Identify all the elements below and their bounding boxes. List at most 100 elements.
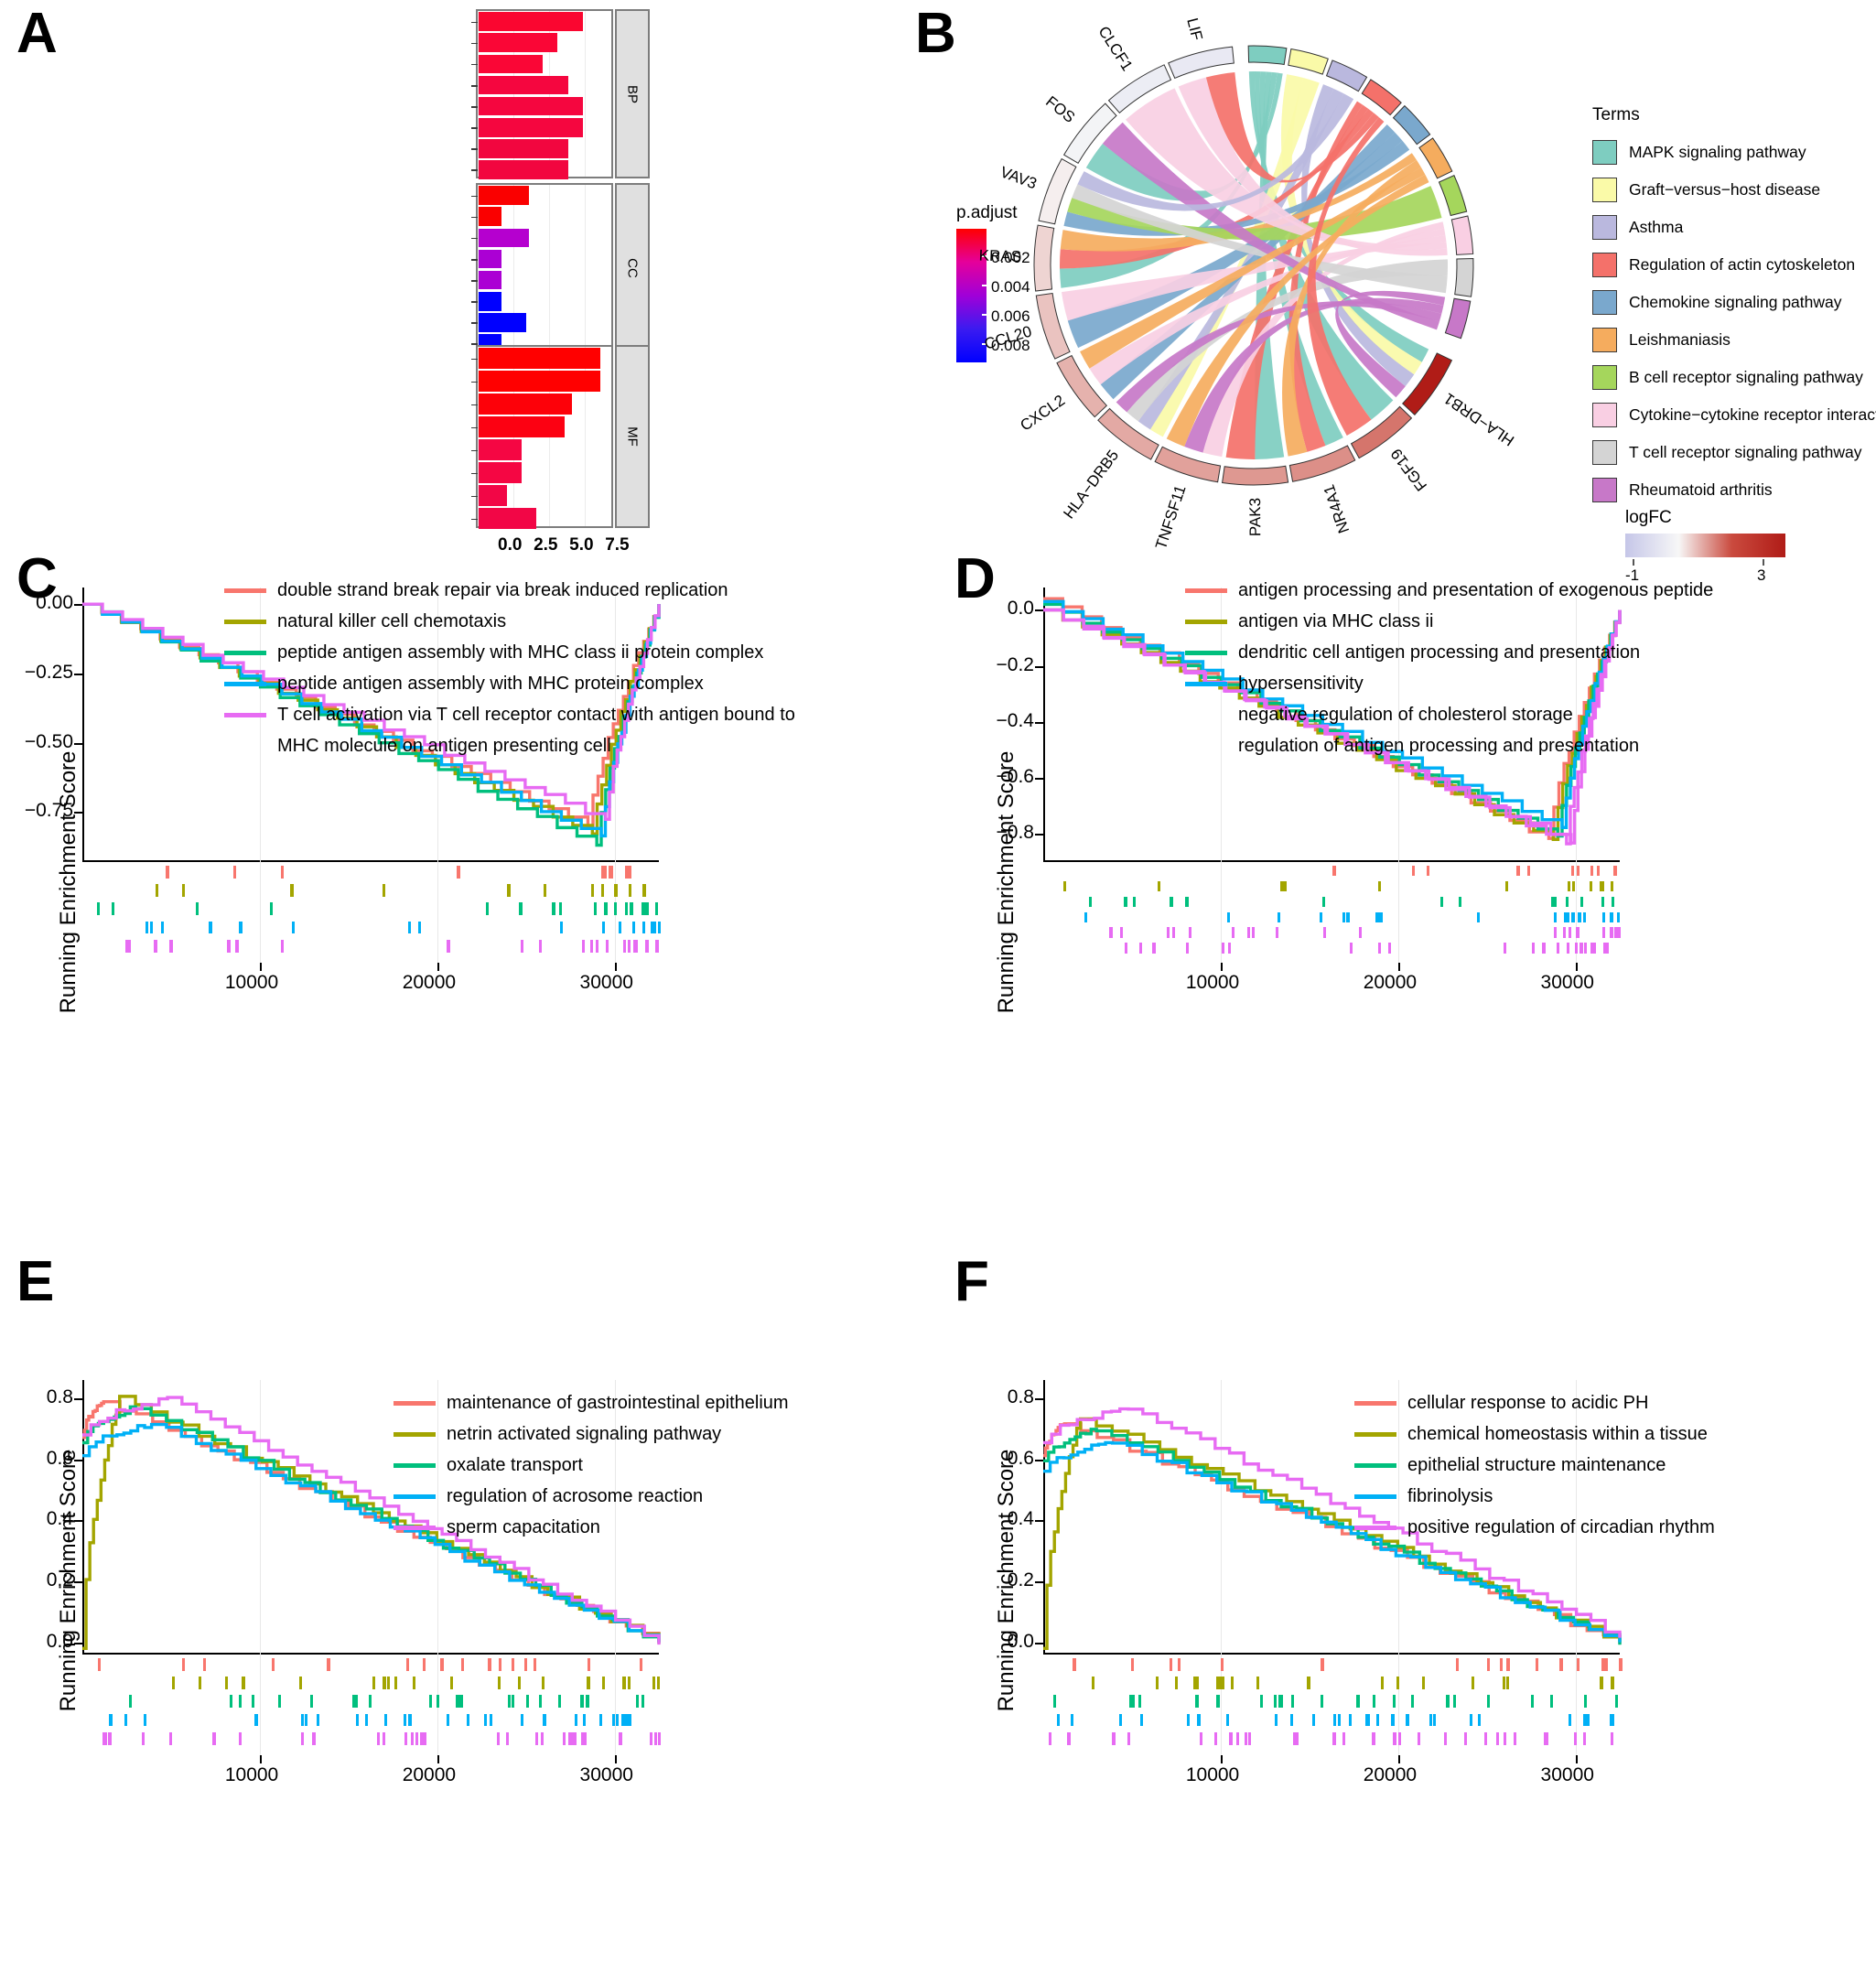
gsea-rug-tick bbox=[447, 939, 450, 953]
panelE-legend: maintenance of gastrointestinal epitheli… bbox=[394, 1389, 789, 1545]
terms-legend-rows: MAPK signaling pathway Graft−versus−host … bbox=[1592, 134, 1876, 509]
gsea-rug-tick bbox=[619, 1731, 622, 1745]
gsea-rug-tick bbox=[1452, 1695, 1457, 1709]
gsea-rug-tick bbox=[1137, 1695, 1141, 1709]
gsea-rug-tick bbox=[239, 1731, 243, 1745]
terms-legend: Terms MAPK signaling pathway Graft−versus… bbox=[1592, 105, 1876, 509]
terms-legend-label: B cell receptor signaling pathway bbox=[1629, 368, 1863, 386]
gsea-rug-tick bbox=[1236, 1731, 1240, 1745]
gsea-legend-line bbox=[1185, 620, 1227, 624]
gsea-rug-tick bbox=[1280, 880, 1284, 892]
terms-legend-swatch bbox=[1592, 215, 1617, 240]
chord-term-arc bbox=[1288, 48, 1329, 75]
gsea-legend-row: peptide antigen assembly with MHC protei… bbox=[224, 670, 795, 697]
gsea-rug-tick bbox=[1321, 896, 1325, 908]
gsea-rug-tick bbox=[1580, 943, 1584, 954]
gsea-legend-line bbox=[1354, 1526, 1396, 1530]
gsea-rug-tick bbox=[1320, 1695, 1324, 1709]
terms-legend-swatch bbox=[1592, 403, 1617, 427]
gsea-rug-tick bbox=[1583, 943, 1588, 954]
gsea-rug-tick bbox=[280, 866, 284, 879]
gsea-rug-tick bbox=[1216, 1695, 1220, 1709]
gsea-rug-tick bbox=[506, 1731, 510, 1745]
gsea-rug-tick bbox=[582, 1713, 586, 1727]
gsea-rug-tick bbox=[1543, 1731, 1547, 1745]
gsea-rug-tick bbox=[142, 1731, 146, 1745]
gsea-rug-tick bbox=[588, 1658, 591, 1671]
gsea-rug-tick bbox=[589, 939, 594, 953]
gsea-rug-tick bbox=[580, 1695, 584, 1709]
gsea-rug-tick bbox=[1554, 896, 1558, 908]
gsea-rug-tick bbox=[1387, 943, 1392, 954]
go-bar bbox=[479, 160, 569, 179]
grid-line bbox=[585, 11, 587, 177]
gsea-rug-tick bbox=[386, 1677, 391, 1689]
gsea-rug-tick bbox=[627, 1677, 631, 1689]
gsea-rug-tick bbox=[1504, 880, 1508, 892]
gsea-legend-row: peptide antigen assembly with MHC class … bbox=[224, 639, 795, 666]
gsea-legend-line bbox=[394, 1494, 436, 1499]
gsea-rug-tick bbox=[1377, 880, 1382, 892]
gsea-rug-tick bbox=[1463, 1731, 1467, 1745]
gsea-rug-tick bbox=[1499, 1658, 1503, 1671]
gsea-rug-tick bbox=[1535, 1658, 1538, 1671]
gsea-rug-tick bbox=[292, 921, 296, 934]
panel-c-gsea: C Running Enrichment Score 0.00 −0.25 −0.5… bbox=[0, 549, 938, 1252]
gsea-rug-tick bbox=[656, 1677, 661, 1689]
gsea-rug-tick bbox=[1332, 1713, 1337, 1727]
gsea-rug-tick bbox=[1596, 866, 1601, 877]
gsea-rug-tick bbox=[1332, 866, 1336, 877]
go-bar bbox=[479, 117, 584, 137]
gsea-legend-row: T cell activation via T cell receptor co… bbox=[224, 701, 795, 728]
gsea-rug-tick bbox=[383, 1677, 386, 1689]
panelF-legend: cellular response to acidic PH chemical h… bbox=[1354, 1389, 1715, 1545]
gsea-rug-tick bbox=[1486, 1695, 1491, 1709]
gsea-rug-tick bbox=[1125, 943, 1128, 954]
gsea-rug-tick bbox=[1601, 896, 1605, 908]
gsea-rug-tick bbox=[1062, 880, 1066, 892]
go-bar bbox=[479, 313, 526, 332]
gsea-rug-tick bbox=[1590, 943, 1593, 954]
gsea-rug-tick bbox=[1088, 896, 1092, 908]
gsea-rug-tick bbox=[1067, 1731, 1072, 1745]
gsea-rug-tick bbox=[488, 1658, 491, 1671]
gsea-rug-tick bbox=[1505, 1677, 1509, 1689]
gsea-legend-label: peptide antigen assembly with MHC class … bbox=[277, 642, 764, 663]
gsea-legend-label: netrin activated signaling pathway bbox=[447, 1424, 722, 1444]
gsea-rug-tick bbox=[490, 1713, 493, 1727]
gsea-rug-tick bbox=[523, 1658, 527, 1671]
gsea-rug-tick bbox=[146, 921, 149, 934]
gsea-rug-tick bbox=[652, 1677, 656, 1689]
gsea-rug-tick bbox=[1364, 1713, 1368, 1727]
gsea-rug-tick bbox=[1610, 911, 1613, 922]
gsea-rug-tick bbox=[104, 1731, 108, 1745]
gsea-rug-tick bbox=[1578, 911, 1581, 922]
gsea-legend-row: dendritic cell antigen processing and pr… bbox=[1185, 639, 1713, 666]
axis-tick bbox=[471, 106, 478, 108]
terms-legend-swatch bbox=[1592, 440, 1617, 465]
gsea-rug-tick bbox=[1553, 911, 1558, 922]
gsea-legend-row: natural killer cell chemotaxis bbox=[224, 608, 795, 635]
gsea-rug-tick bbox=[1185, 896, 1189, 908]
gsea-rug-tick bbox=[300, 1731, 304, 1745]
chord-term-arc bbox=[1438, 174, 1468, 217]
axis-tick bbox=[471, 42, 478, 45]
gsea-rug-tick bbox=[1610, 927, 1613, 938]
gsea-rug-tick bbox=[1590, 880, 1593, 892]
gsea-rug-tick bbox=[1375, 911, 1379, 922]
gsea-legend-line bbox=[1185, 651, 1227, 655]
panel-d-gsea: D Running Enrichment Score 0.0 −0.2 −0.4 −0… bbox=[938, 549, 1876, 1252]
gsea-rug-tick bbox=[154, 939, 157, 953]
gsea-rug-tick bbox=[1084, 911, 1088, 922]
terms-legend-row: Chemokine signaling pathway bbox=[1592, 284, 1876, 321]
axis-tick bbox=[471, 472, 478, 475]
go-bar bbox=[479, 207, 501, 226]
gsea-rug-tick bbox=[408, 921, 412, 934]
axis-tick bbox=[471, 426, 478, 429]
gsea-rug-tick bbox=[653, 1731, 657, 1745]
gsea-rug-tick bbox=[1346, 911, 1350, 922]
gsea-rug-tick bbox=[227, 939, 231, 953]
gsea-rug-tick bbox=[1158, 880, 1161, 892]
gsea-rug-tick bbox=[605, 939, 609, 953]
gsea-legend-label: fibrinolysis bbox=[1407, 1486, 1493, 1506]
